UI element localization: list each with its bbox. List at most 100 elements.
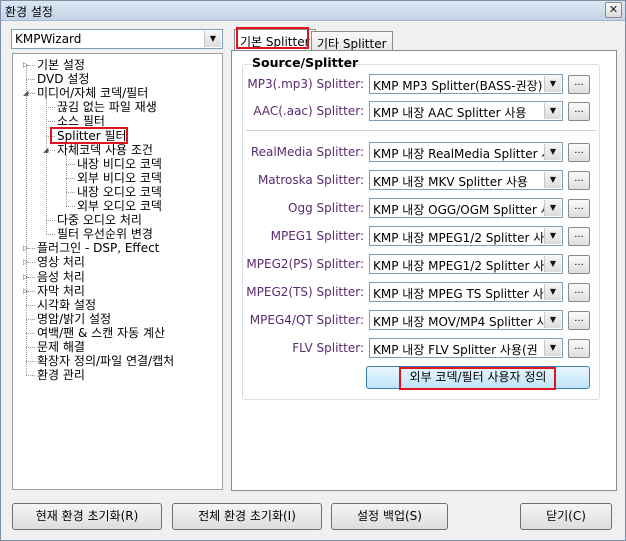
tree-connector xyxy=(46,107,55,109)
collapse-arrow-icon[interactable]: ◢ xyxy=(23,86,28,100)
splitter-label: MPEG4/QT Splitter: xyxy=(249,313,364,327)
tree-connector xyxy=(26,304,35,306)
splitter-options-button[interactable]: ... xyxy=(568,227,590,246)
splitter-select[interactable]: KMP 내장 AAC Splitter 사용 ▼ xyxy=(369,101,563,121)
tree-item-margin-pan-scan[interactable]: 여백/팬 & 스캔 자동 계산 xyxy=(37,326,165,340)
splitter-select[interactable]: KMP 내장 MPEG1/2 Splitter 사 ▼ xyxy=(369,226,563,246)
ext-button-highlight-box xyxy=(399,367,556,390)
tree-item-video-processing[interactable]: 영상 처리 xyxy=(37,255,85,269)
tree-item-brightness[interactable]: 명암/밝기 설정 xyxy=(37,312,111,326)
splitter-select[interactable]: KMP 내장 MKV Splitter 사용 ▼ xyxy=(369,170,563,190)
chevron-down-icon[interactable]: ▼ xyxy=(544,103,561,119)
chevron-down-icon[interactable]: ▼ xyxy=(544,256,561,272)
profile-select-value: KMPWizard xyxy=(15,32,82,46)
title-bar[interactable]: 환경 설정 ✕ xyxy=(1,1,625,21)
splitter-select[interactable]: KMP 내장 MPEG1/2 Splitter 사 ▼ xyxy=(369,254,563,274)
tree-guide-media xyxy=(46,98,47,235)
splitter-label: AAC(.aac) Splitter: xyxy=(253,104,364,118)
backup-settings-button[interactable]: 설정 백업(S) xyxy=(331,503,448,530)
tree-item-external-audio-codec[interactable]: 외부 오디오 코덱 xyxy=(77,199,162,213)
tree-item-internal-video-codec[interactable]: 내장 비디오 코덱 xyxy=(77,157,162,171)
expand-arrow-icon[interactable]: ▷ xyxy=(23,270,28,284)
splitter-label: FLV Splitter: xyxy=(292,341,364,355)
tree-connector xyxy=(66,191,75,193)
splitter-select-value: KMP 내장 FLV Splitter 사용(권 xyxy=(373,343,538,357)
splitter-select-value: KMP 내장 RealMedia Splitter 사 xyxy=(373,147,545,161)
tab-highlight-box xyxy=(236,27,309,49)
tree-connector xyxy=(66,177,75,179)
chevron-down-icon[interactable]: ▼ xyxy=(544,312,561,328)
tree-connector xyxy=(66,163,75,165)
tree-item-internal-codec-conditions[interactable]: 자체코덱 사용 조건 xyxy=(57,143,153,157)
splitter-options-button[interactable]: ... xyxy=(568,283,590,302)
splitter-options-button[interactable]: ... xyxy=(568,171,590,190)
splitter-options-button[interactable]: ... xyxy=(568,143,590,162)
tree-item-dvd[interactable]: DVD 설정 xyxy=(37,72,89,86)
expand-arrow-icon[interactable]: ▷ xyxy=(23,255,28,269)
tree-item-extension-association[interactable]: 확장자 정의/파일 연결/캡처 xyxy=(37,354,174,368)
profile-select[interactable]: KMPWizard ▼ xyxy=(11,29,223,49)
expand-arrow-icon[interactable]: ▷ xyxy=(23,58,28,72)
splitter-label: MPEG2(PS) Splitter: xyxy=(246,257,364,271)
tree-item-subtitle-processing[interactable]: 자막 처리 xyxy=(37,284,85,298)
tree-item-plugin-dsp-effect[interactable]: 플러그인 - DSP, Effect xyxy=(37,241,159,255)
tree-item-multi-audio[interactable]: 다중 오디오 처리 xyxy=(57,213,142,227)
splitter-options-button[interactable]: ... xyxy=(568,311,590,330)
tree-item-environment-management[interactable]: 환경 관리 xyxy=(37,368,85,382)
splitter-options-button[interactable]: ... xyxy=(568,102,590,121)
tab-other-splitter[interactable]: 기타 Splitter xyxy=(311,31,393,51)
tree-item-audio-processing[interactable]: 음성 처리 xyxy=(37,270,85,284)
splitter-options-button[interactable]: ... xyxy=(568,339,590,358)
close-button[interactable]: 닫기(C) xyxy=(520,503,612,530)
splitter-select-value: KMP MP3 Splitter(BASS-권장) xyxy=(373,79,543,93)
splitter-label: MPEG1 Splitter: xyxy=(270,229,364,243)
tree-item-basic[interactable]: 기본 설정 xyxy=(37,58,85,72)
tree-item-seamless-playback[interactable]: 끊김 없는 파일 재생 xyxy=(57,100,157,114)
tree-item-internal-audio-codec[interactable]: 내장 오디오 코덱 xyxy=(77,185,162,199)
splitter-select[interactable]: KMP 내장 OGG/OGM Splitter 사 ▼ xyxy=(369,198,563,218)
tree-item-external-video-codec[interactable]: 외부 비디오 코덱 xyxy=(77,171,162,185)
splitter-select[interactable]: KMP 내장 MOV/MP4 Splitter 사 ▼ xyxy=(369,310,563,330)
splitter-select[interactable]: KMP 내장 RealMedia Splitter 사 ▼ xyxy=(369,142,563,162)
chevron-down-icon[interactable]: ▼ xyxy=(544,76,561,92)
reset-current-button[interactable]: 현재 환경 초기화(R) xyxy=(12,503,162,530)
splitter-select-value: KMP 내장 OGG/OGM Splitter 사 xyxy=(373,203,545,217)
chevron-down-icon[interactable]: ▼ xyxy=(544,284,561,300)
close-window-button[interactable]: ✕ xyxy=(605,2,622,18)
splitter-label: RealMedia Splitter: xyxy=(250,145,364,159)
splitter-select[interactable]: KMP 내장 FLV Splitter 사용(권 ▼ xyxy=(369,338,563,358)
splitter-select[interactable]: KMP 내장 MPEG TS Splitter 사 ▼ xyxy=(369,282,563,302)
splitter-select-value: KMP 내장 MPEG1/2 Splitter 사 xyxy=(373,231,545,245)
reset-all-button[interactable]: 전체 환경 초기화(I) xyxy=(172,503,322,530)
splitter-select-value: KMP 내장 MOV/MP4 Splitter 사 xyxy=(373,315,545,329)
chevron-down-icon[interactable]: ▼ xyxy=(544,340,561,356)
tree-connector xyxy=(26,79,35,81)
splitter-options-button[interactable]: ... xyxy=(568,75,590,94)
splitter-options-button[interactable]: ... xyxy=(568,199,590,218)
tree-connector xyxy=(26,375,35,377)
tree-guide-codec xyxy=(66,154,67,206)
splitter-select-value: KMP 내장 MPEG1/2 Splitter 사 xyxy=(373,259,545,273)
splitter-select[interactable]: KMP MP3 Splitter(BASS-권장) ▼ xyxy=(369,74,563,94)
section-divider xyxy=(246,130,596,131)
tree-item-visualization[interactable]: 시각화 설정 xyxy=(37,298,96,312)
collapse-arrow-icon[interactable]: ◢ xyxy=(43,143,48,157)
chevron-down-icon[interactable]: ▼ xyxy=(544,200,561,216)
splitter-select-value: KMP 내장 AAC Splitter 사용 xyxy=(373,106,527,120)
tree-connector xyxy=(46,234,55,236)
chevron-down-icon[interactable]: ▼ xyxy=(544,228,561,244)
expand-arrow-icon[interactable]: ▷ xyxy=(23,284,28,298)
chevron-down-icon[interactable]: ▼ xyxy=(544,144,561,160)
tree-connector xyxy=(26,347,35,348)
tree-item-filter-priority[interactable]: 필터 우선순위 변경 xyxy=(57,227,153,241)
chevron-down-icon[interactable]: ▼ xyxy=(204,31,221,47)
tree-connector xyxy=(26,318,35,320)
expand-arrow-icon[interactable]: ▷ xyxy=(23,241,28,255)
chevron-down-icon[interactable]: ▼ xyxy=(544,172,561,188)
tree-connector xyxy=(46,121,55,123)
tree-connector xyxy=(26,361,35,363)
splitter-options-button[interactable]: ... xyxy=(568,255,590,274)
tree-item-troubleshooting[interactable]: 문제 해결 xyxy=(37,340,85,354)
tree-guide-root xyxy=(26,65,27,376)
tree-item-media-codec-filter[interactable]: 미디어/자체 코덱/필터 xyxy=(37,86,148,100)
